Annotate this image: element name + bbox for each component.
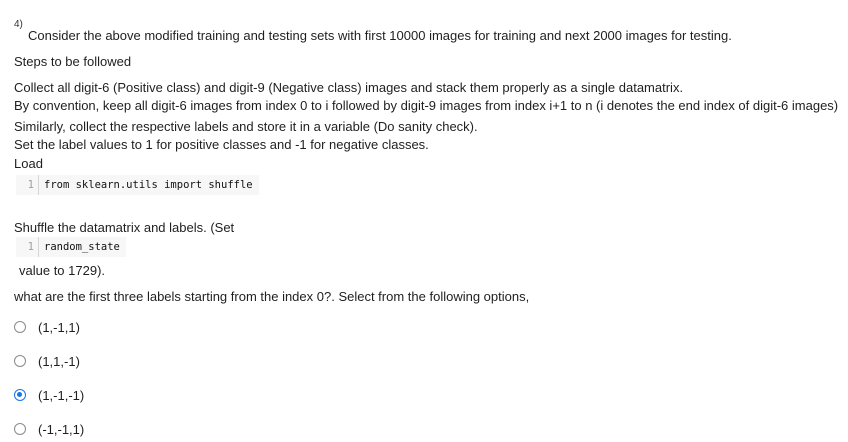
option-label: (1,1,-1) xyxy=(38,353,80,369)
option-label: (1,-1,1) xyxy=(38,319,80,335)
option-3[interactable]: (1,-1,-1) xyxy=(14,386,84,404)
radio-unchecked-icon[interactable] xyxy=(14,355,26,367)
radio-unchecked-icon[interactable] xyxy=(14,321,26,333)
instruction-2: By convention, keep all digit-6 images f… xyxy=(14,98,839,113)
radio-checked-icon[interactable] xyxy=(14,389,26,401)
random-state-value-text: value to 1729). xyxy=(19,263,106,278)
option-2[interactable]: (1,1,-1) xyxy=(14,352,80,370)
instruction-4: Set the label values to 1 for positive c… xyxy=(14,137,429,152)
question-prompt: what are the first three labels starting… xyxy=(14,289,530,304)
option-label: (1,-1,-1) xyxy=(38,387,85,403)
option-label: (-1,-1,1) xyxy=(38,421,85,437)
question-text: Consider the above modified training and… xyxy=(28,28,732,43)
code-random-state: random_state xyxy=(44,241,120,253)
steps-heading: Steps to be followed xyxy=(14,54,132,69)
code-import-shuffle: from sklearn.utils import shuffle xyxy=(44,179,253,191)
code-line-number: 1 xyxy=(16,237,39,257)
option-4[interactable]: (-1,-1,1) xyxy=(14,420,84,438)
shuffle-instruction: Shuffle the datamatrix and labels. (Set xyxy=(14,220,235,235)
code-block-import: 1 from sklearn.utils import shuffle xyxy=(16,175,259,195)
code-line-number: 1 xyxy=(16,175,39,195)
option-1[interactable]: (1,-1,1) xyxy=(14,318,80,336)
radio-unchecked-icon[interactable] xyxy=(14,423,26,435)
code-block-random-state: 1 random_state xyxy=(16,237,126,257)
instruction-3: Similarly, collect the respective labels… xyxy=(14,119,478,134)
instruction-1: Collect all digit-6 (Positive class) and… xyxy=(14,80,684,95)
load-label: Load xyxy=(14,156,43,171)
question-number: 4) xyxy=(14,19,23,30)
